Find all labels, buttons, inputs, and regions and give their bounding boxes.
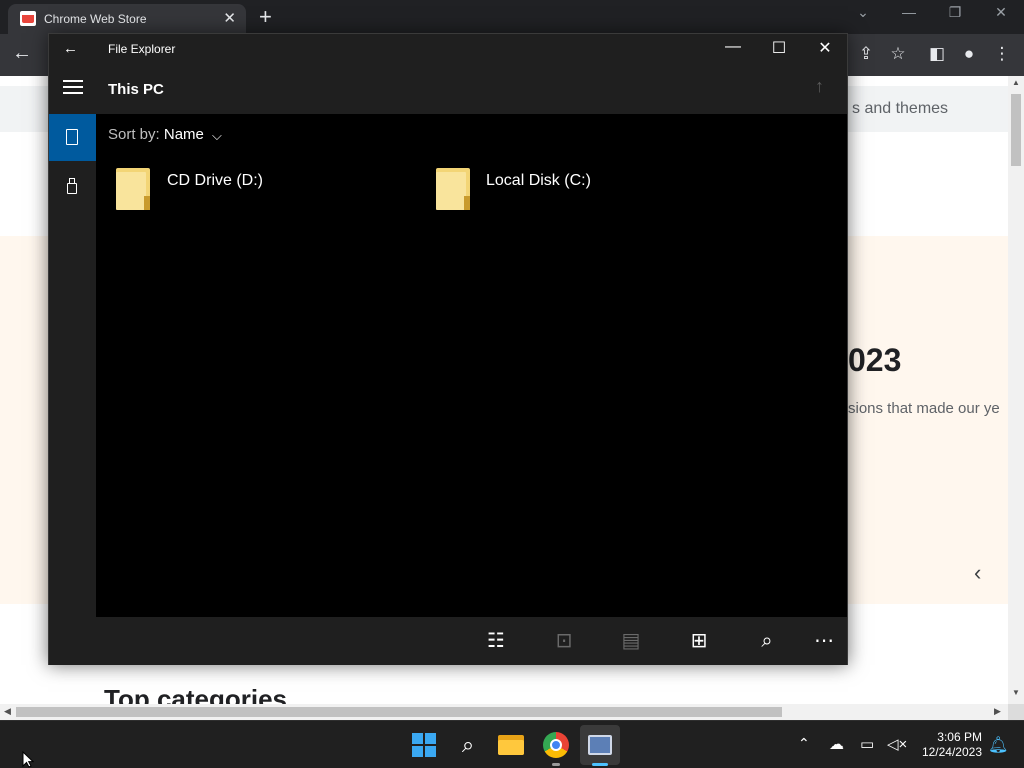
select-list-icon[interactable]: ☷ xyxy=(484,629,508,653)
usb-drive-icon[interactable] xyxy=(67,178,77,194)
explorer-title-bar[interactable]: ← File Explorer — ☐ ✕ xyxy=(49,34,847,66)
explorer-window-title: File Explorer xyxy=(108,42,176,56)
sort-by-label: Sort by: xyxy=(108,126,160,143)
profile-avatar-icon[interactable]: ● xyxy=(958,44,980,64)
hero-title: 023 xyxy=(848,342,902,378)
browser-close-button[interactable]: ✕ xyxy=(978,4,1024,21)
explorer-minimize-button[interactable]: — xyxy=(710,38,756,56)
share-icon[interactable]: ⇪ xyxy=(855,44,877,64)
up-arrow-icon[interactable]: ↑ xyxy=(815,76,824,97)
volume-muted-icon[interactable]: ◁× xyxy=(887,735,907,753)
new-tab-button[interactable]: + xyxy=(259,4,272,30)
start-windows-icon[interactable] xyxy=(408,729,440,761)
clock-date: 12/24/2023 xyxy=(921,745,982,759)
scroll-down-icon[interactable]: ▼ xyxy=(1012,688,1020,697)
store-nav-text[interactable]: s and themes xyxy=(852,100,948,118)
sort-by-value: Name xyxy=(163,126,204,143)
tab-close-icon[interactable]: ✕ xyxy=(223,9,236,27)
section-heading: Top categories xyxy=(104,684,288,704)
explorer-maximize-button[interactable]: ☐ xyxy=(756,38,802,58)
paste-icon[interactable]: ▤ xyxy=(619,629,643,653)
browser-tab[interactable]: Chrome Web Store ✕ xyxy=(8,4,246,34)
taskbar-clock[interactable]: 3:06 PM 12/24/2023 xyxy=(912,730,982,760)
network-icon[interactable]: ▭ xyxy=(860,735,874,753)
scroll-left-icon[interactable]: ◀ xyxy=(4,706,11,717)
explorer-close-button[interactable]: ✕ xyxy=(802,38,848,58)
vertical-scrollbar[interactable]: ▲ ▼ xyxy=(1008,76,1024,704)
clock-time: 3:06 PM xyxy=(937,730,982,744)
nav-this-pc-item[interactable] xyxy=(49,114,96,161)
scroll-right-icon[interactable]: ▶ xyxy=(994,706,1001,717)
horizontal-scrollbar[interactable]: ◀ ▶ xyxy=(0,704,1008,720)
windows-taskbar: ⌕ ⌃ ☁ ▭ ◁× 3:06 PM 12/24/2023 🔔︎ xyxy=(0,720,1024,768)
hamburger-menu-icon[interactable] xyxy=(63,80,83,94)
sort-by-control[interactable]: Sort by: Name xyxy=(108,126,204,143)
onedrive-cloud-icon[interactable]: ☁ xyxy=(829,735,844,753)
this-pc-icon xyxy=(66,129,78,145)
new-item-icon[interactable]: ⊡ xyxy=(552,629,576,653)
mouse-cursor-icon xyxy=(22,751,34,768)
notification-bell-icon[interactable]: 🔔︎ xyxy=(988,735,1008,755)
search-icon[interactable]: ⌕ xyxy=(755,629,779,653)
explorer-app-taskbar-icon[interactable] xyxy=(584,729,616,761)
carousel-prev-icon[interactable]: ‹ xyxy=(974,560,981,586)
view-grid-icon[interactable]: ⊞ xyxy=(687,629,711,653)
explorer-back-icon[interactable]: ← xyxy=(63,40,78,57)
more-options-icon[interactable]: ⋯ xyxy=(812,629,836,653)
web-store-favicon-icon xyxy=(20,11,36,26)
browser-back-button[interactable]: ← xyxy=(11,42,33,65)
browser-menu-icon[interactable]: ⋮ xyxy=(991,44,1013,64)
tab-search-chevron-icon[interactable]: ⌄ xyxy=(840,4,886,21)
explorer-nav-pane xyxy=(49,114,96,665)
current-location: This PC xyxy=(108,81,164,98)
drive-label-d[interactable]: CD Drive (D:) xyxy=(167,172,263,190)
explorer-command-bar: ☷ ⊡ ▤ ⊞ ⌕ ⋯ xyxy=(96,617,847,665)
cd-drive-folder-icon[interactable] xyxy=(116,168,150,210)
side-panel-icon[interactable]: ◧ xyxy=(926,44,948,64)
scroll-up-icon[interactable]: ▲ xyxy=(1012,78,1020,87)
file-explorer-taskbar-icon[interactable] xyxy=(496,729,528,761)
vertical-scroll-thumb[interactable] xyxy=(1011,94,1021,166)
chrome-running-indicator xyxy=(552,763,560,766)
hero-description: sions that made our ye xyxy=(848,400,1000,417)
tray-overflow-chevron-icon[interactable]: ⌃ xyxy=(798,735,810,752)
drive-label-c[interactable]: Local Disk (C:) xyxy=(486,172,591,190)
local-disk-folder-icon[interactable] xyxy=(436,168,470,210)
scroll-corner xyxy=(1008,704,1024,720)
chrome-taskbar-icon[interactable] xyxy=(540,729,572,761)
bookmark-star-icon[interactable]: ☆ xyxy=(887,44,909,64)
browser-minimize-button[interactable]: — xyxy=(886,4,932,20)
sort-chevron-down-icon[interactable]: ⌵ xyxy=(212,128,222,144)
horizontal-scroll-thumb[interactable] xyxy=(16,707,782,717)
taskbar-search-icon[interactable]: ⌕ xyxy=(452,729,484,761)
browser-restore-button[interactable]: ❐ xyxy=(932,4,978,21)
explorer-header: This PC ↑ xyxy=(49,66,847,114)
explorer-active-indicator xyxy=(592,763,608,766)
browser-tab-title: Chrome Web Store xyxy=(44,12,147,26)
file-explorer-window: ← File Explorer — ☐ ✕ This PC ↑ Sort by:… xyxy=(48,33,848,665)
